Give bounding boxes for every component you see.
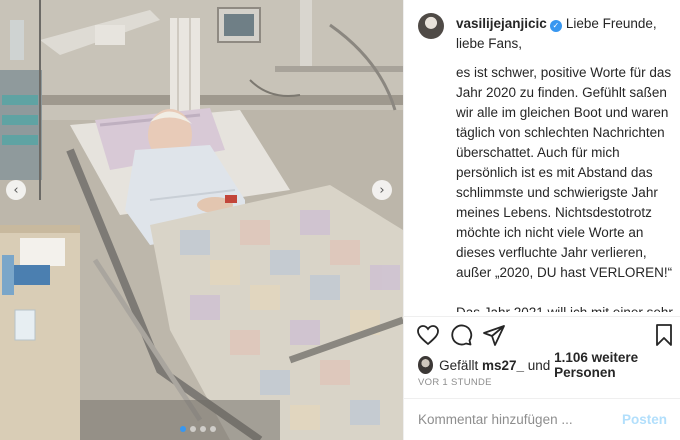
likes-conjunction: und <box>527 357 551 373</box>
likes-count-link[interactable]: 1.106 weitere Personen <box>554 350 680 380</box>
instagram-post: ‹ › vasilijejanjicic ✓ Liebe Freunde, lieb… <box>0 0 680 440</box>
likes-prefix: Gefällt <box>439 357 479 373</box>
caption-body: es ist schwer, positive Worte für das Ja… <box>456 63 676 312</box>
caption-area[interactable]: vasilijejanjicic ✓ Liebe Freunde, liebe Fa… <box>404 0 680 312</box>
post-photo[interactable]: ‹ › <box>0 0 403 440</box>
hospital-bed-photo <box>0 0 403 440</box>
carousel-dot <box>210 426 216 432</box>
carousel-dot <box>180 426 186 432</box>
previous-photo-button[interactable]: ‹ <box>6 180 26 200</box>
post-comment-button[interactable]: Posten <box>622 412 667 427</box>
liker-avatar[interactable] <box>418 356 434 374</box>
verified-badge-icon: ✓ <box>549 20 562 32</box>
share-icon[interactable] <box>482 323 506 347</box>
comment-icon[interactable] <box>449 323 473 347</box>
caption-first-line: vasilijejanjicic ✓ Liebe Freunde, liebe Fa… <box>456 14 671 54</box>
action-bar <box>404 316 680 352</box>
chevron-left-icon: ‹ <box>13 182 19 198</box>
carousel-indicator <box>180 426 216 432</box>
carousel-dot <box>200 426 206 432</box>
caption-paragraph: Das Jahr 2021 will ich mit einer sehr sc… <box>456 303 676 312</box>
liker-username-link[interactable]: ms27_ <box>482 358 524 373</box>
next-photo-button[interactable]: › <box>372 180 392 200</box>
post-timestamp[interactable]: VOR 1 STUNDE <box>418 377 492 388</box>
bookmark-icon[interactable] <box>652 323 676 347</box>
heart-icon[interactable] <box>416 323 440 347</box>
comment-form: Posten <box>404 398 680 440</box>
username-link[interactable]: vasilijejanjicic <box>456 16 547 31</box>
chevron-right-icon: › <box>379 182 385 198</box>
carousel-dot <box>190 426 196 432</box>
likes-summary: Gefällt ms27_ und 1.106 weitere Personen <box>418 350 680 380</box>
comment-input[interactable] <box>418 412 622 427</box>
post-side-panel: vasilijejanjicic ✓ Liebe Freunde, liebe Fa… <box>403 0 680 440</box>
caption-paragraph: es ist schwer, positive Worte für das Ja… <box>456 65 673 280</box>
avatar[interactable] <box>418 13 444 39</box>
caption-header: vasilijejanjicic ✓ Liebe Freunde, liebe Fa… <box>404 0 680 54</box>
